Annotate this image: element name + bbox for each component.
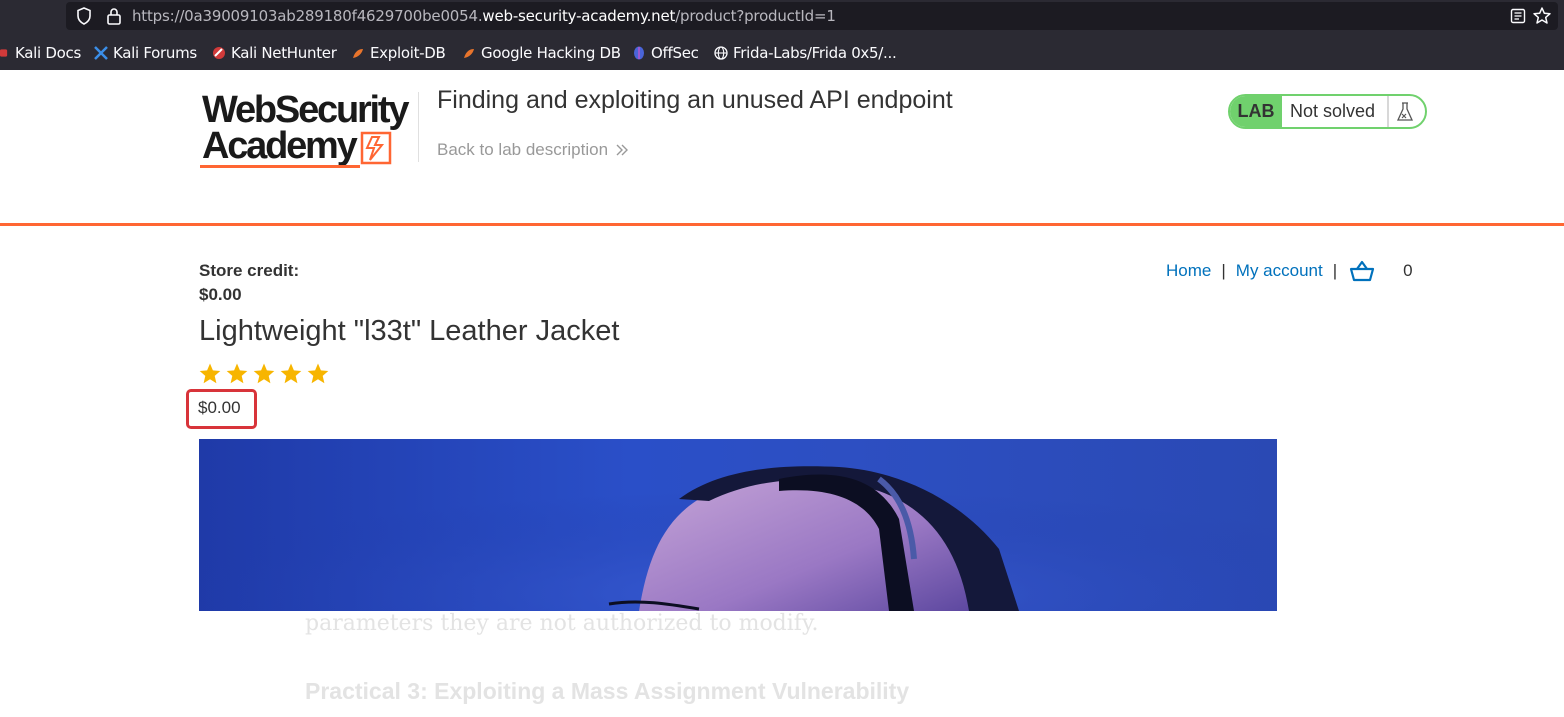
logo-line-2: Academy <box>202 125 358 167</box>
bookmark-label: Exploit-DB <box>370 44 446 62</box>
lab-status-text: Not solved <box>1290 101 1376 121</box>
browser-toolbar: https://0a39009103ab289180f4629700be0054… <box>0 0 1564 70</box>
bookmark-label: Kali NetHunter <box>231 44 337 62</box>
address-bar[interactable]: https://0a39009103ab289180f4629700be0054… <box>66 2 1558 30</box>
reader-view-icon[interactable] <box>1510 8 1526 24</box>
lab-status-widget: LAB Not solved <box>1228 94 1427 129</box>
star-icon <box>280 363 302 384</box>
bookmark-google-hacking-db[interactable]: Google Hacking DB <box>462 44 621 62</box>
star-icon <box>199 363 221 384</box>
bookmark-kali-forums[interactable]: Kali Forums <box>94 44 197 62</box>
product-image <box>199 439 1277 611</box>
bookmark-kali-nethunter[interactable]: Kali NetHunter <box>212 44 337 62</box>
bookmark-star-icon[interactable] <box>1532 6 1552 26</box>
url-host: web-security-academy.net <box>482 7 676 25</box>
nav-separator: | <box>1221 261 1226 280</box>
header-divider <box>418 92 419 162</box>
flask-icon[interactable] <box>1396 102 1414 122</box>
overlay-paragraph: parameters they are not authorized to mo… <box>305 611 819 636</box>
bookmark-label: OffSec <box>651 44 699 62</box>
double-chevron-right-icon <box>616 144 629 156</box>
product-price: $0.00 <box>198 398 241 417</box>
exploit-db-icon <box>353 49 363 58</box>
overlay-heading: Practical 3: Exploiting a Mass Assignmen… <box>305 678 910 704</box>
store-credit-label: Store credit: <box>199 261 300 280</box>
lock-icon[interactable] <box>106 7 122 25</box>
my-account-link[interactable]: My account <box>1236 261 1323 281</box>
top-nav: Home | My account | 0 <box>1166 260 1413 282</box>
globe-icon <box>714 46 728 60</box>
bookmark-label: Google Hacking DB <box>481 44 621 62</box>
kali-forums-icon <box>94 46 108 60</box>
star-icon <box>307 363 329 384</box>
bookmark-kali-docs[interactable]: Kali Docs <box>0 44 81 62</box>
bookmark-label: Kali Forums <box>113 44 197 62</box>
logo-underline <box>200 165 360 168</box>
product-photo <box>199 439 1277 611</box>
bookmark-exploit-db[interactable]: Exploit-DB <box>351 44 446 62</box>
web-security-academy-logo[interactable]: WebSecurity Academy <box>200 91 418 171</box>
product-rating <box>198 362 330 386</box>
kali-docs-icon <box>0 49 8 57</box>
lab-status-separator <box>1387 96 1389 127</box>
product-title: Lightweight "l33t" Leather Jacket <box>199 315 620 347</box>
offsec-icon <box>634 46 644 60</box>
bookmark-label: Frida-Labs/Frida 0x5/... <box>733 44 897 62</box>
google-hacking-db-icon <box>464 49 474 58</box>
shield-icon[interactable] <box>76 7 92 25</box>
logo-line-1: WebSecurity <box>202 89 410 131</box>
bookmark-label: Kali Docs <box>15 44 81 62</box>
back-to-lab-description-link[interactable]: Back to lab description <box>437 140 630 160</box>
cart-count: 0 <box>1403 261 1413 280</box>
url-prefix: https://0a39009103ab289180f4629700be0054… <box>132 7 483 25</box>
url-path: /product?productId=1 <box>675 7 836 25</box>
cart-icon[interactable] <box>1349 260 1375 282</box>
url-text[interactable]: https://0a39009103ab289180f4629700be0054… <box>132 7 836 25</box>
star-icon <box>226 363 248 384</box>
bookmark-offsec[interactable]: OffSec <box>632 44 699 62</box>
nav-separator: | <box>1332 261 1338 280</box>
bolt-icon <box>360 131 392 165</box>
lab-badge: LAB <box>1230 96 1282 127</box>
bookmark-frida-labs[interactable]: Frida-Labs/Frida 0x5/... <box>714 44 897 62</box>
kali-nethunter-icon <box>213 47 225 59</box>
home-link[interactable]: Home <box>1166 261 1211 281</box>
header-orange-rule <box>0 223 1564 226</box>
star-icon <box>253 363 275 384</box>
back-link-label: Back to lab description <box>437 140 609 159</box>
lab-title: Finding and exploiting an unused API end… <box>437 86 953 114</box>
store-credit-value: $0.00 <box>199 285 242 304</box>
